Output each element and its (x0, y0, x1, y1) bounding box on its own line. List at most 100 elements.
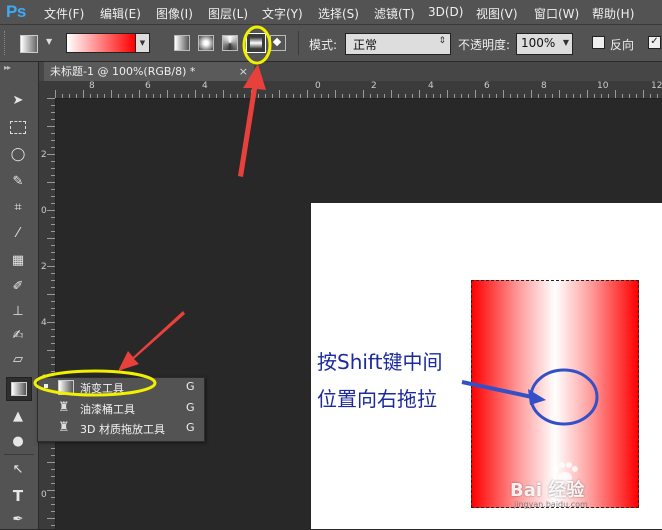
menu-type[interactable]: 文字(Y) (262, 5, 303, 22)
angle-gradient-button[interactable] (222, 35, 238, 51)
clone-stamp-tool[interactable]: ⊥ (6, 300, 30, 322)
reflected-gradient-icon (250, 37, 262, 49)
gradient-picker[interactable]: ▼ (66, 33, 150, 53)
path-selection-tool[interactable]: ↖ (6, 458, 30, 480)
3d-material-drop-icon: ♜ (58, 420, 70, 435)
reflected-gradient-button[interactable] (246, 33, 266, 53)
grip-icon (4, 31, 8, 55)
mode-select[interactable]: 正常 ⇕ (345, 33, 451, 55)
photoshop-logo: Ps (6, 2, 26, 21)
watermark-subtext: jingyan.baidu.com (514, 500, 588, 509)
menu-view[interactable]: 视图(V) (476, 5, 518, 22)
vertical-ruler-ticks (47, 98, 55, 526)
flyout-item-shortcut: G (186, 421, 195, 434)
separator (4, 454, 34, 455)
sponge-icon: ● (12, 433, 24, 449)
dodge-tool[interactable]: ● (6, 430, 30, 452)
panel-collapse-icon[interactable]: ▸▸ (4, 63, 11, 72)
stamp-icon: ⊥ (12, 303, 24, 319)
ruler-h-label: 0 (315, 81, 321, 91)
flyout-item-gradient[interactable]: 渐变工具 G (38, 378, 204, 397)
active-bullet-icon (44, 384, 48, 388)
diamond-gradient-button[interactable] (270, 35, 286, 51)
blur-tool[interactable]: ▲ (6, 405, 30, 427)
horizontal-ruler[interactable]: 8 6 4 2 0 2 4 6 8 10 12 (55, 81, 662, 99)
menu-file[interactable]: 文件(F) (44, 5, 84, 22)
ruler-origin[interactable] (38, 81, 55, 98)
crop-tool[interactable]: ⌗ (6, 196, 30, 218)
eraser-tool[interactable]: ▱ (6, 348, 30, 370)
move-tool[interactable]: ➤ (6, 89, 30, 111)
flyout-item-shortcut: G (186, 401, 195, 414)
menu-3d[interactable]: 3D(D) (428, 5, 463, 19)
menu-help[interactable]: 帮助(H) (592, 5, 634, 22)
radial-gradient-button[interactable] (198, 35, 214, 51)
ruler-h-label: 10 (597, 81, 609, 91)
menu-edit[interactable]: 编辑(E) (100, 5, 141, 22)
gradient-tool[interactable] (6, 377, 32, 401)
type-icon: T (12, 487, 24, 505)
ruler-h-label: 2 (371, 81, 377, 91)
reverse-label: 反向 (610, 38, 635, 52)
lasso-icon: ◯ (10, 146, 26, 162)
pen-icon: ✒ (12, 511, 24, 527)
arrow-pointer-icon: ↖ (12, 461, 24, 477)
separator (298, 31, 299, 55)
mode-value: 正常 (353, 38, 378, 52)
opacity-input[interactable]: 100% ▼ (516, 33, 573, 55)
brush-tool[interactable]: ✐ (6, 275, 30, 297)
flyout-item-label: 3D 材质拖放工具 (80, 423, 165, 436)
gradient-swatch (66, 33, 136, 53)
type-tool[interactable]: T (6, 485, 30, 507)
history-brush-tool[interactable]: ✍ (6, 324, 30, 346)
document-tab[interactable]: 未标题-1 @ 100%(RGB/8) * × (44, 62, 254, 81)
opacity-value: 100% (521, 36, 556, 50)
ruler-h-label: 8 (89, 81, 95, 91)
ruler-h-label: 6 (145, 81, 151, 91)
dither-checkbox[interactable]: ✓ (648, 36, 661, 49)
ruler-h-label: 6 (484, 81, 490, 91)
watermark-text: Bai 经验 (510, 480, 585, 501)
annotation-line-2: 位置向右拖拉 (317, 387, 437, 411)
menu-window[interactable]: 窗口(W) (534, 5, 579, 22)
menu-filter[interactable]: 滤镜(T) (374, 5, 415, 22)
flyout-item-paint-bucket[interactable]: ♜ 油漆桶工具 G (38, 399, 204, 418)
history-brush-icon: ✍ (12, 327, 24, 343)
ruler-h-label: 4 (428, 81, 434, 91)
mode-label: 模式: (309, 38, 338, 52)
pen-tool[interactable]: ✒ (6, 508, 30, 530)
ruler-h-label: 12 (651, 81, 662, 91)
opacity-label: 不透明度: (458, 38, 511, 52)
document-tab-title: 未标题-1 @ 100%(RGB/8) * (50, 65, 196, 78)
baidu-watermark: Bai 经验 jingyan.baidu.com (510, 462, 630, 510)
menu-layer[interactable]: 图层(L) (208, 5, 248, 22)
quick-selection-tool[interactable]: ✎ (6, 170, 30, 192)
menu-bar: Ps 文件(F) 编辑(E) 图像(I) 图层(L) 文字(Y) 选择(S) 滤… (0, 0, 662, 25)
chevron-down-icon: ▼ (562, 38, 569, 47)
quick-selection-icon: ✎ (12, 173, 24, 189)
chevron-down-icon: ▼ (46, 37, 53, 46)
eyedropper-icon: ⁄ (16, 225, 20, 241)
eraser-icon: ▱ (13, 351, 23, 367)
ruler-h-label: 2 (258, 81, 264, 91)
ruler-h-label: 8 (541, 81, 547, 91)
eyedropper-tool[interactable]: ⁄ (6, 222, 30, 244)
menu-select[interactable]: 选择(S) (318, 5, 359, 22)
reverse-checkbox[interactable] (592, 36, 605, 49)
linear-gradient-button[interactable] (174, 35, 190, 51)
gradient-tool-flyout: 渐变工具 G ♜ 油漆桶工具 G ♜ 3D 材质拖放工具 G (37, 377, 205, 442)
blur-icon: ▲ (13, 408, 23, 424)
spot-healing-tool[interactable]: ▦ (6, 249, 30, 271)
ruler-v-label: 2 (41, 150, 47, 160)
vertical-ruler[interactable]: 2 0 2 4 6 8 0 (38, 98, 56, 529)
menu-image[interactable]: 图像(I) (156, 5, 193, 22)
close-icon[interactable]: × (239, 62, 248, 81)
bandage-icon: ▦ (11, 252, 25, 268)
marquee-tool[interactable] (6, 116, 30, 138)
tool-preset-picker[interactable]: ▼ (20, 35, 54, 53)
up-down-icon: ⇕ (438, 36, 446, 46)
chevron-down-icon: ▼ (135, 33, 150, 53)
flyout-item-3d-material-drop[interactable]: ♜ 3D 材质拖放工具 G (38, 419, 204, 438)
diamond-icon (272, 37, 282, 47)
lasso-tool[interactable]: ◯ (6, 143, 30, 165)
